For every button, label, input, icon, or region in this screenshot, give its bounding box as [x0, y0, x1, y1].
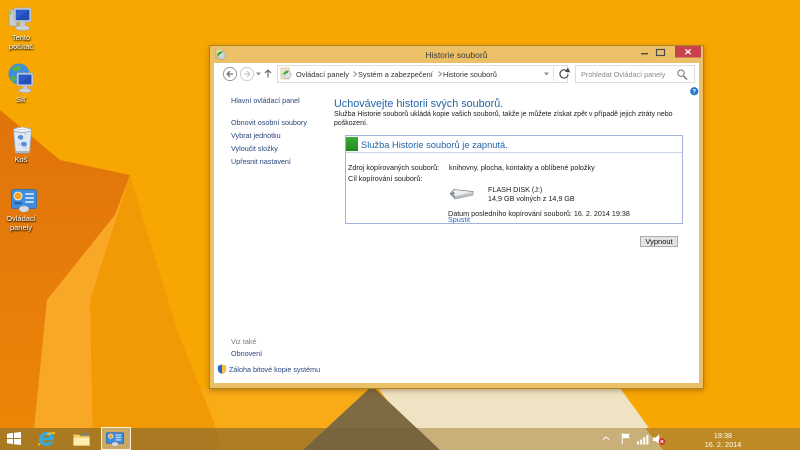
svg-text:?: ? — [692, 88, 696, 95]
